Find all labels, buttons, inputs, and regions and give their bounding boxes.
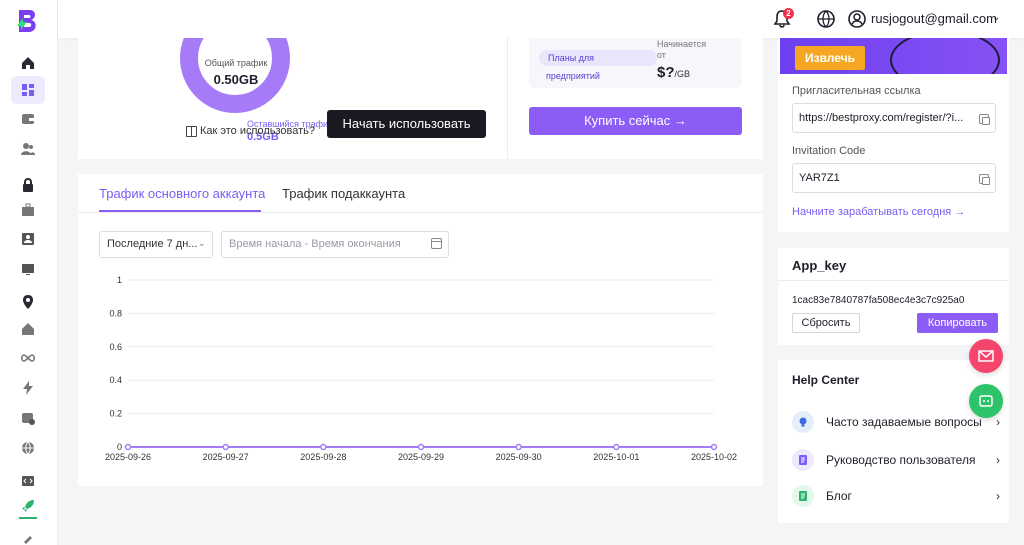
contact-icon[interactable] — [19, 230, 37, 248]
lightning-icon[interactable] — [19, 379, 37, 397]
y-tick-label: 0.8 — [109, 308, 122, 318]
help-center-title: Help Center — [792, 373, 860, 387]
reset-key-button[interactable]: Сбросить — [792, 313, 860, 333]
blog-icon — [792, 485, 814, 507]
app-key-title: App_key — [792, 258, 847, 273]
referral-link-field[interactable]: https://bestproxy.com/register/?i... — [792, 103, 996, 133]
code-icon[interactable] — [19, 472, 37, 490]
x-tick-label: 2025-09-26 — [105, 452, 151, 462]
database-icon[interactable] — [19, 409, 37, 427]
lock-icon[interactable] — [19, 176, 37, 194]
house-icon[interactable] — [19, 320, 37, 338]
x-tick-label: 2025-09-28 — [300, 452, 346, 462]
user-avatar-icon[interactable] — [847, 9, 867, 29]
plan-price: $?/GB — [657, 64, 690, 81]
data-point[interactable] — [320, 443, 327, 451]
y-tick-label: 0 — [117, 442, 122, 452]
x-tick-label: 2025-09-29 — [398, 452, 444, 462]
period-select[interactable]: Последние 7 дн... — [99, 231, 213, 258]
date-range-input[interactable]: Время начала - Время окончания — [221, 231, 449, 258]
start-earning-link[interactable]: Начните зарабатывать сегодня → — [792, 206, 965, 218]
location-icon[interactable] — [19, 293, 37, 311]
data-point[interactable] — [710, 443, 718, 451]
banner-decoration — [890, 38, 1000, 74]
price-unit: /GB — [674, 69, 691, 79]
chatbot-icon — [979, 395, 993, 407]
x-tick-label: 2025-10-02 — [691, 452, 737, 462]
tab-main-account-traffic[interactable]: Трафик основного аккаунта — [99, 186, 265, 201]
data-point[interactable] — [124, 443, 132, 451]
calendar-icon[interactable] — [431, 238, 442, 249]
y-tick-label: 0.6 — [109, 342, 122, 352]
mail-icon — [978, 350, 994, 362]
divider — [507, 38, 508, 159]
dashboard-icon[interactable] — [11, 76, 45, 104]
price-value: $? — [657, 64, 675, 81]
copy-key-button[interactable]: Копировать — [917, 313, 998, 333]
start-using-button[interactable]: Начать использовать — [327, 110, 486, 138]
enterprise-plan-label-2: предприятий — [546, 71, 600, 81]
document-icon — [792, 449, 814, 471]
total-traffic-label: Общий трафик — [204, 58, 268, 68]
invitation-code-label: Invitation Code — [792, 145, 866, 157]
help-item-label: Руководство пользователя — [826, 453, 976, 467]
sidebar — [0, 0, 58, 545]
y-tick-label: 1 — [117, 275, 122, 285]
active-indicator — [19, 517, 37, 519]
user-email[interactable]: rusjogout@gmail.com — [871, 11, 997, 26]
chevron-right-icon: › — [996, 489, 1000, 503]
data-point[interactable] — [222, 443, 229, 451]
mail-fab-button[interactable] — [969, 339, 1003, 373]
language-icon[interactable] — [816, 9, 836, 29]
app-key-value: 1cac83e7840787fa508ec4e3c7c925a0 — [792, 295, 965, 306]
briefcase-icon[interactable] — [19, 201, 37, 219]
chevron-right-icon: › — [996, 453, 1000, 467]
home-icon[interactable] — [19, 54, 37, 72]
divider — [778, 280, 1009, 281]
logo-icon[interactable] — [16, 8, 40, 34]
data-point[interactable] — [613, 443, 620, 451]
rocket-icon[interactable] — [19, 497, 37, 515]
data-point[interactable] — [417, 443, 425, 451]
x-tick-label: 2025-09-30 — [496, 452, 542, 462]
help-item-faq[interactable]: Часто задаваемые вопросы › — [792, 410, 1000, 434]
x-tick-label: 2025-10-01 — [593, 452, 639, 462]
tab-divider — [78, 212, 763, 213]
invitation-code-field[interactable]: YAR7Z1 — [792, 163, 996, 193]
y-tick-label: 0.4 — [109, 375, 122, 385]
enterprise-plan-label-1: Планы для — [548, 53, 595, 63]
referral-link-label: Пригласительная ссылка — [792, 85, 921, 97]
buy-now-button[interactable]: Купить сейчас → — [529, 107, 742, 135]
data-point[interactable] — [515, 443, 522, 451]
help-item-label: Блог — [826, 489, 852, 503]
extract-button[interactable]: Извлечь — [795, 46, 865, 70]
starts-from-label: Начинается от — [657, 39, 707, 60]
help-item-label: Часто задаваемые вопросы — [826, 415, 982, 429]
notification-badge: 2 — [783, 8, 794, 19]
globe-icon[interactable] — [19, 439, 37, 457]
users-icon[interactable] — [19, 140, 37, 158]
tab-subaccount-traffic[interactable]: Трафик подаккаунта — [282, 186, 405, 201]
lightbulb-icon — [792, 411, 814, 433]
copy-icon[interactable] — [979, 174, 990, 185]
chevron-down-icon[interactable]: ⌄ — [198, 238, 206, 249]
chevron-down-icon[interactable]: ⌄ — [992, 12, 1000, 23]
chatbot-fab-button[interactable] — [969, 384, 1003, 418]
copy-icon[interactable] — [979, 114, 990, 125]
book-icon — [186, 125, 197, 137]
help-item-blog[interactable]: Блог › — [792, 484, 1000, 508]
wallet-icon[interactable] — [19, 110, 37, 128]
howto-link[interactable]: Как это использовать? — [186, 125, 315, 137]
infinity-icon[interactable] — [19, 349, 37, 367]
howto-label: Как это использовать? — [200, 125, 316, 137]
satellite-icon[interactable] — [19, 531, 37, 545]
y-tick-label: 0.2 — [109, 409, 122, 419]
chevron-right-icon: › — [996, 415, 1000, 429]
monitor-icon[interactable] — [19, 260, 37, 278]
help-item-user-guide[interactable]: Руководство пользователя › — [792, 448, 1000, 472]
x-tick-label: 2025-09-27 — [203, 452, 249, 462]
total-traffic-value: 0.50GB — [213, 72, 259, 87]
traffic-line-chart: 0 0.2 0.4 0.6 0.8 1 2025-09-26 2025-09-27 2025-0… — [105, 275, 737, 462]
